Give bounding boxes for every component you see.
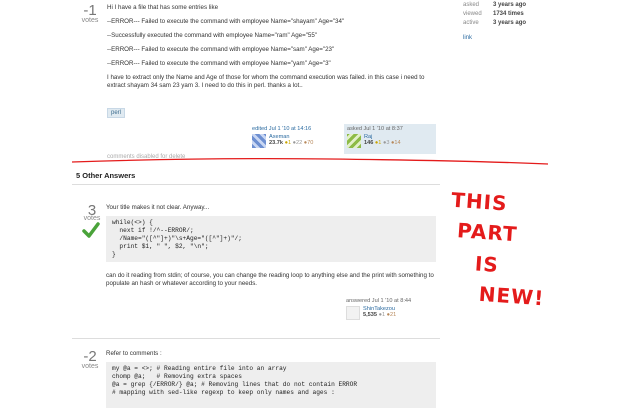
annotation-line-text: IS (474, 251, 500, 278)
answer-text: can do it reading from stdin; of course,… (106, 272, 434, 287)
link-button[interactable]: link (463, 35, 583, 41)
question-paragraph: I have to extract only the Name and Age … (107, 74, 425, 89)
answer-code-block: my @a = <>; # Reading entire file into a… (106, 362, 436, 408)
answers-header: 5 Other Answers (76, 171, 136, 180)
annotation-line-text: PART (456, 218, 519, 247)
gold-badges: ●1 (284, 140, 292, 146)
question-paragraph: --ERROR--- Failed to execute the command… (107, 46, 335, 53)
stat-value: 3 years ago (493, 20, 527, 26)
stat-label: asked (463, 2, 480, 8)
asked-timestamp: asked Jul 1 '10 at 8:37 (347, 126, 403, 132)
stat-label: active (463, 20, 479, 26)
bronze-badges: ●70 (303, 140, 314, 146)
annotation-text: THIS PART IS NEW! (444, 187, 551, 311)
annotation-line-text: THIS (450, 187, 509, 216)
silver-badges: ●3 (382, 140, 390, 146)
avatar[interactable] (346, 306, 360, 320)
gold-badges: ●1 (374, 140, 382, 146)
answered-timestamp: answered Jul 1 '10 at 8:44 (346, 298, 412, 304)
bronze-badges: ●14 (391, 140, 401, 146)
question-votes-label: votes (81, 17, 99, 24)
edited-timestamp[interactable]: edited Jul 1 '10 at 14:16 (252, 126, 340, 132)
avatar[interactable] (252, 134, 266, 148)
bronze-badges: ●21 (386, 312, 397, 318)
annotation-line-text: NEW! (477, 281, 546, 311)
tag-perl[interactable]: perl (107, 108, 126, 118)
edited-info: edited Jul 1 '10 at 14:16 Axeman 23.7k ●… (252, 126, 340, 148)
silver-badges: ●1 (378, 312, 386, 318)
divider (72, 184, 440, 185)
reputation: 23.7k (269, 140, 283, 146)
question-stats: asked 3 years ago viewed 1734 times active… (463, 2, 583, 41)
question-paragraph: --Successfully executed the command with… (107, 32, 317, 39)
question-paragraph: --ERROR--- Failed to execute the command… (107, 60, 331, 67)
answer-votes-label: votes (81, 363, 99, 370)
question-paragraph: Hi I have a file that has some entries l… (107, 4, 219, 11)
annotation-line (71, 157, 549, 165)
stat-value: 1734 times (493, 11, 524, 17)
stat-value: 3 years ago (493, 2, 527, 8)
reputation: 146 (364, 140, 374, 146)
accepted-check-icon (82, 222, 100, 238)
divider (72, 338, 440, 339)
silver-badges: ●22 (292, 140, 303, 146)
question-body: Hi I have a file that has some entries l… (107, 4, 437, 90)
stat-label: viewed (463, 11, 482, 17)
answer-code-block: while(<>) { next if !/^--ERROR/; /Name="… (106, 216, 436, 262)
avatar[interactable] (347, 134, 361, 148)
answered-info: answered Jul 1 '10 at 8:44 ShinTakezou 5… (346, 298, 436, 320)
answer-intro: Your title makes it not clear. Anyway... (106, 204, 210, 211)
answer-intro: Refer to comments : (106, 350, 162, 357)
reputation: 5,535 (363, 312, 377, 318)
question-paragraph: --ERROR--- Failed to execute the command… (107, 18, 345, 25)
